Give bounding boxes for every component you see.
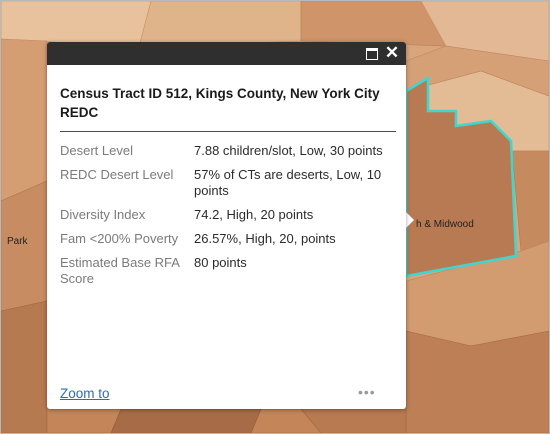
tract-polygon: [1, 38, 48, 202]
maximize-button[interactable]: [364, 45, 380, 61]
attribute-label: REDC Desert Level: [60, 167, 174, 182]
attribute-value: 26.57%, High, 20, points: [194, 231, 336, 246]
tract-polygon: [138, 1, 302, 48]
attribute-value: 57% of CTs are deserts, Low, 10 points: [194, 167, 382, 198]
map-label-neighborhood: h & Midwood: [416, 219, 474, 230]
attribute-label: Fam <200% Poverty: [60, 231, 179, 246]
attribute-label: Estimated Base RFA Score: [60, 255, 180, 286]
more-options-button[interactable]: •••: [358, 384, 376, 400]
attribute-row: Estimated Base RFA Score 80 points: [60, 255, 394, 295]
map-view[interactable]: h & Midwood Park ✕ Census Tract ID 512, …: [0, 0, 550, 434]
tract-polygon: [1, 300, 48, 433]
attribute-table: Desert Level 7.88 children/slot, Low, 30…: [57, 143, 397, 295]
attribute-row: REDC Desert Level 57% of CTs are deserts…: [60, 167, 394, 207]
attribute-label: Desert Level: [60, 143, 133, 158]
maximize-icon: [366, 48, 378, 60]
attribute-label: Diversity Index: [60, 207, 146, 222]
popup-title: Census Tract ID 512, Kings County, New Y…: [60, 86, 380, 120]
attribute-value: 7.88 children/slot, Low, 30 points: [194, 143, 383, 158]
attribute-value: 80 points: [194, 255, 247, 270]
popup-header: ✕: [47, 42, 406, 65]
feature-popup: ✕ Census Tract ID 512, Kings County, New…: [47, 42, 406, 409]
tract-polygon: [405, 330, 549, 433]
map-label-neighborhood: Park: [7, 236, 28, 247]
attribute-row: Diversity Index 74.2, High, 20 points: [60, 207, 394, 231]
attribute-value: 74.2, High, 20 points: [194, 207, 314, 222]
popup-pointer: [405, 211, 414, 229]
close-icon: ✕: [384, 43, 400, 62]
attribute-row: Desert Level 7.88 children/slot, Low, 30…: [60, 143, 394, 167]
zoom-to-link[interactable]: Zoom to: [60, 386, 110, 401]
tract-polygon: [110, 408, 262, 433]
close-button[interactable]: ✕: [384, 43, 400, 62]
tract-polygon: [300, 1, 447, 47]
divider: [60, 131, 396, 132]
attribute-row: Fam <200% Poverty 26.57%, High, 20, poin…: [60, 231, 394, 255]
